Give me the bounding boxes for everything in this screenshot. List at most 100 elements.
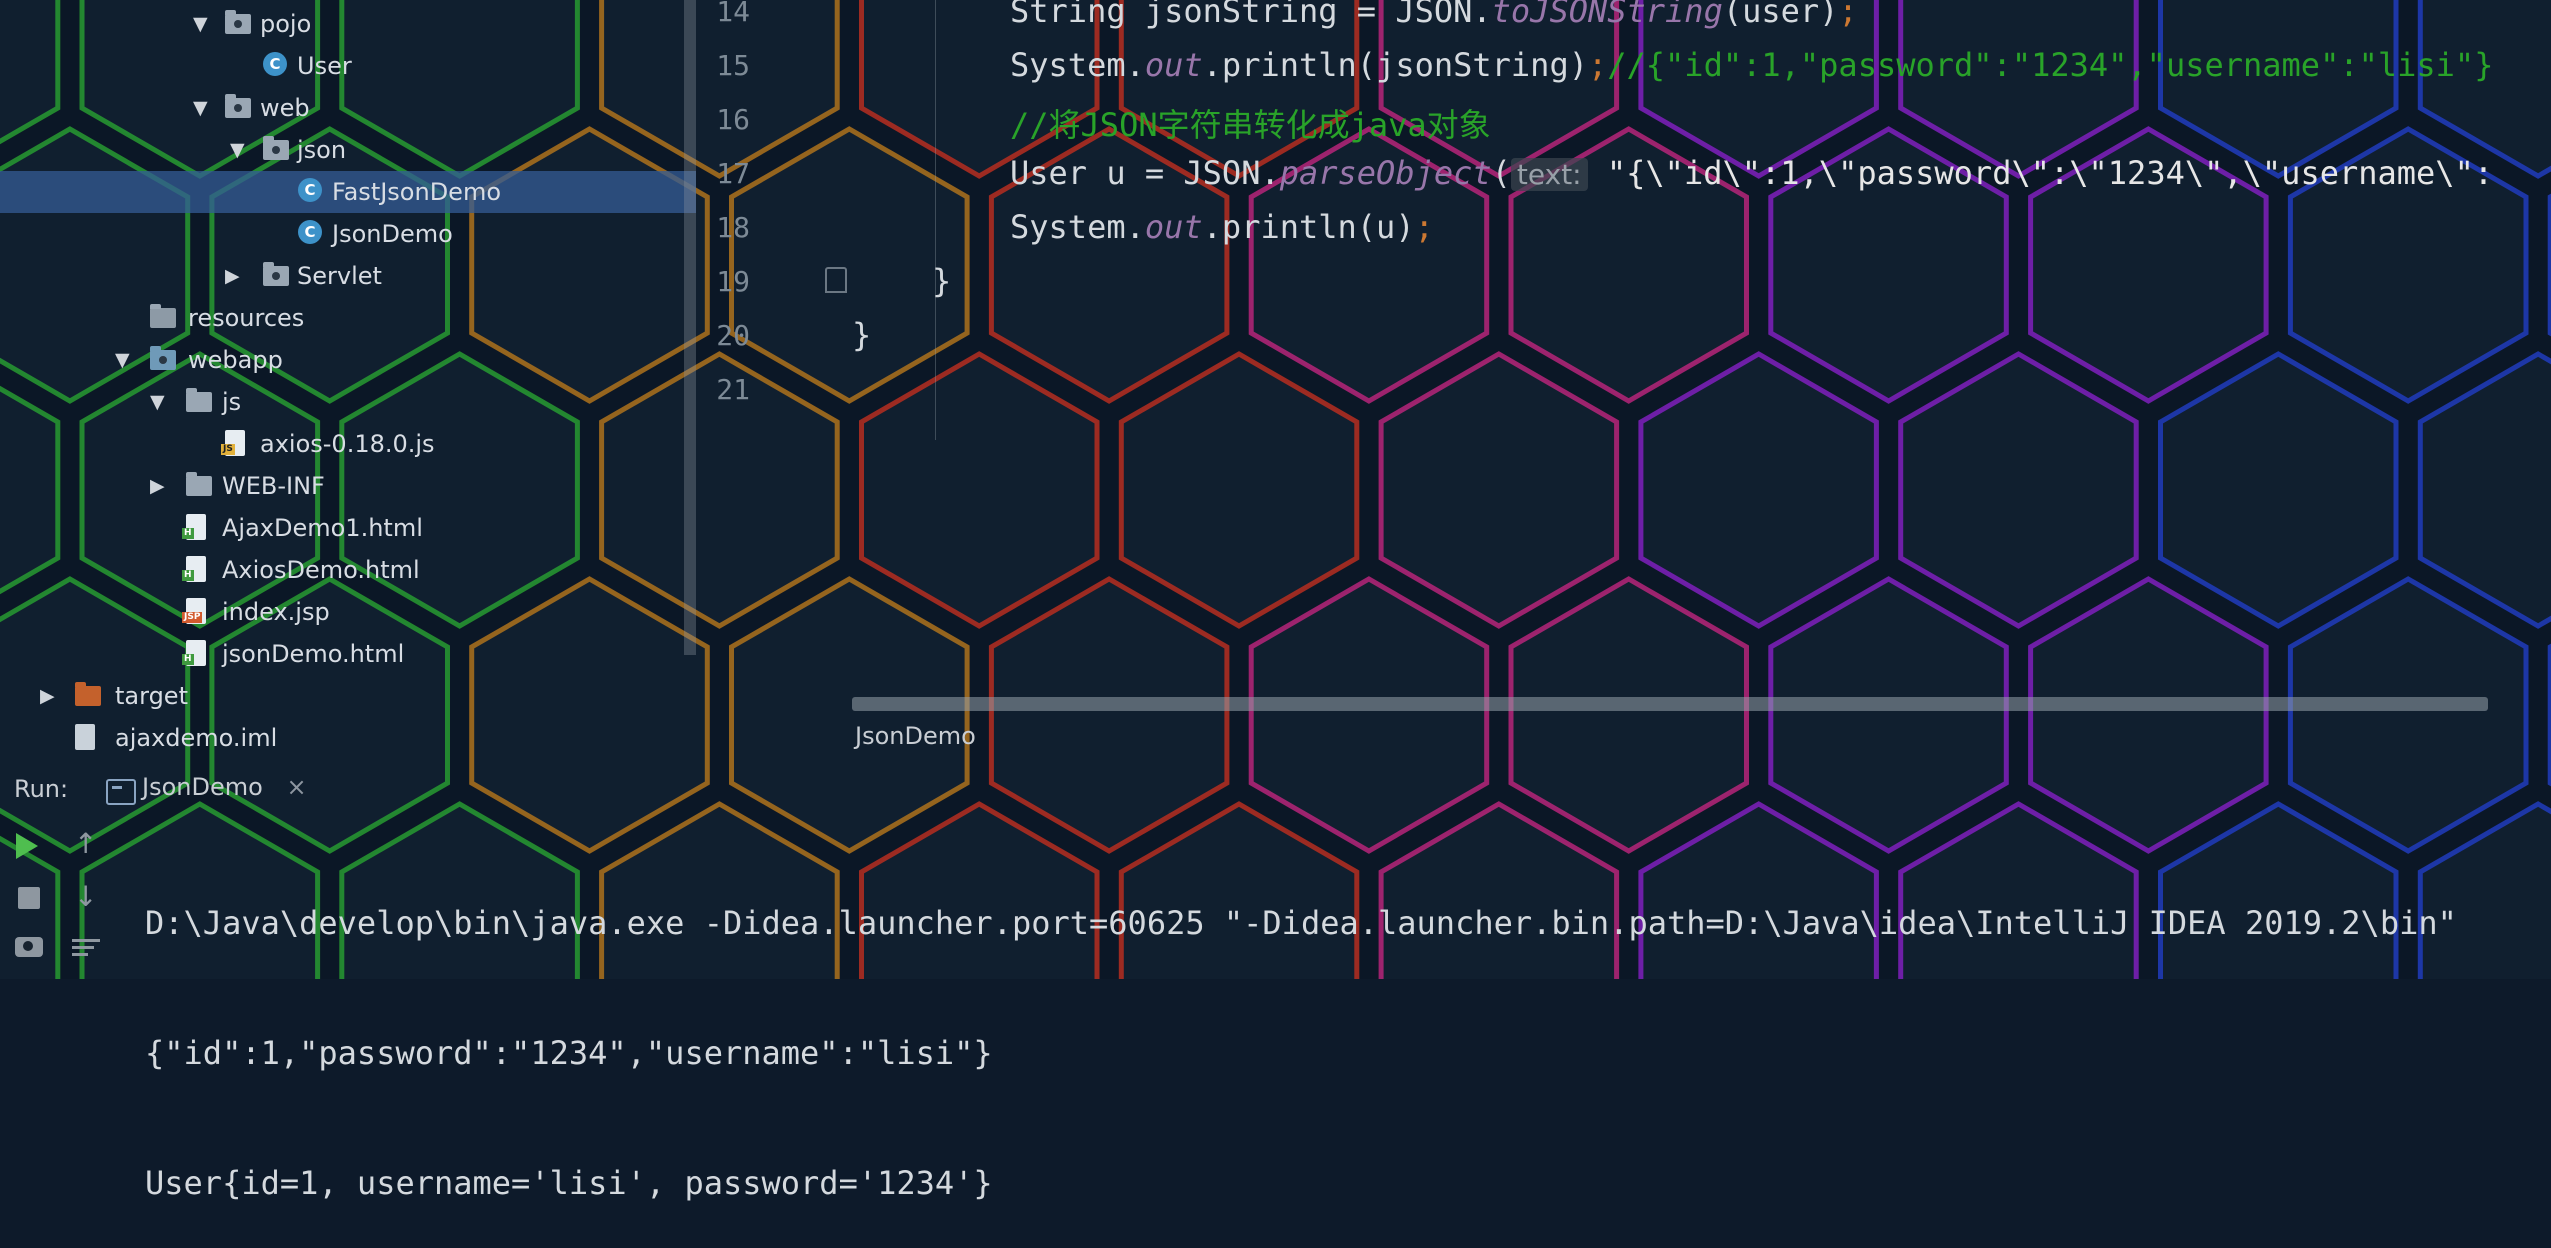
tree-item-target[interactable]: ▶ target <box>0 675 696 717</box>
resources-folder-icon <box>150 304 176 328</box>
code-line-16: //将JSON字符串转化成java对象 <box>1010 106 1491 144</box>
tree-item-fastjsondemo[interactable]: C FastJsonDemo <box>0 171 696 213</box>
console-line: User{id=1, username='lisi', password='12… <box>145 1164 993 1202</box>
tree-item-index-jsp[interactable]: JSP index.jsp <box>0 591 696 633</box>
class-icon: C <box>298 178 322 202</box>
chevron-down-icon[interactable]: ▼ <box>193 7 208 41</box>
tree-item-pojo[interactable]: ▼ pojo <box>0 3 696 45</box>
editor-horizontal-scrollbar[interactable] <box>852 697 2488 711</box>
console-icon <box>106 779 136 805</box>
chevron-down-icon[interactable]: ▼ <box>230 133 245 167</box>
tree-item-label: JsonDemo <box>332 220 453 248</box>
tree-item-axiosdemo-html[interactable]: H AxiosDemo.html <box>0 549 696 591</box>
tree-item-resources[interactable]: resources <box>0 297 696 339</box>
tree-item-jsondemo-html[interactable]: HjsonDemo.html <box>0 633 696 675</box>
console-line: D:\Java\develop\bin\java.exe -Didea.laun… <box>145 904 2457 942</box>
html-file-icon: H <box>182 556 206 582</box>
tree-item-ajaxdemo-iml[interactable]: ajaxdemo.iml <box>0 717 696 759</box>
close-icon[interactable]: × <box>286 773 306 801</box>
line-number: 19 <box>716 265 750 298</box>
folder-package-icon <box>225 94 251 118</box>
stop-icon[interactable] <box>18 887 40 909</box>
code-editor[interactable]: 14 15 16 17 18 19 20 21 String jsonStrin… <box>700 0 2551 711</box>
tree-item-label: js <box>222 388 242 416</box>
arrow-down-icon[interactable]: ↓ <box>74 883 102 911</box>
line-number: 14 <box>716 0 750 28</box>
folder-package-icon <box>263 262 289 286</box>
target-folder-icon <box>75 682 101 706</box>
tree-item-label: web <box>260 94 310 122</box>
js-file-icon: JS <box>221 430 245 456</box>
code-line-14: String jsonString = JSON.toJSONString(us… <box>1010 0 1858 30</box>
code-line-15: System.out.println(jsonString);//{"id":1… <box>1010 46 2494 84</box>
tree-scrollbar[interactable] <box>684 0 696 655</box>
tree-item-jsondemo[interactable]: C JsonDemo <box>0 213 696 255</box>
tree-item-label: json <box>297 136 347 164</box>
tree-item-label: ajaxdemo.iml <box>115 724 278 752</box>
tree-item-label: FastJsonDemo <box>332 178 502 206</box>
html-file-icon: H <box>182 514 206 540</box>
tree-item-web[interactable]: ▼ web <box>0 87 696 129</box>
html-file-icon: H <box>182 640 206 666</box>
tree-item-label: AxiosDemo.html <box>222 556 420 584</box>
tree-item-axios-0-18-0-js[interactable]: JS axios-0.18.0.js <box>0 423 696 465</box>
editor-breadcrumb[interactable]: JsonDemo <box>855 722 976 750</box>
tree-item-js[interactable]: ▼ js <box>0 381 696 423</box>
folder-icon <box>186 388 212 412</box>
tree-item-label: axios-0.18.0.js <box>260 430 435 458</box>
soft-wrap-icon[interactable] <box>72 935 100 963</box>
code-line-19: } <box>932 262 952 300</box>
tree-item-ajaxdemo1-html[interactable]: H AjaxDemo1.html <box>0 507 696 549</box>
tree-item-label: AjaxDemo1.html <box>222 514 423 542</box>
chevron-down-icon[interactable]: ▼ <box>193 91 208 125</box>
parameter-hint: text: <box>1510 158 1588 191</box>
tree-item-label: resources <box>188 304 305 332</box>
tree-item-label: WEB-INF <box>222 472 325 500</box>
code-line-17: User u = JSON.parseObject(text: "{\"id\"… <box>1010 154 2494 192</box>
tree-item-json[interactable]: ▼ json <box>0 129 696 171</box>
chevron-right-icon[interactable]: ▶ <box>40 679 55 713</box>
console-output[interactable]: D:\Java\develop\bin\java.exe -Didea.laun… <box>145 820 2457 1248</box>
tree-item-webapp[interactable]: ▼ webapp <box>0 339 696 381</box>
tree-item-label: index.jsp <box>222 598 330 626</box>
tree-item-user[interactable]: C User <box>0 45 696 87</box>
line-number: 21 <box>716 373 750 406</box>
chevron-down-icon[interactable]: ▼ <box>115 343 130 377</box>
iml-file-icon <box>75 724 95 750</box>
line-number: 17 <box>716 157 750 190</box>
tree-item-label: jsonDemo.html <box>222 640 405 668</box>
project-tree: ▼ pojo C User ▼ web ▼ json C FastJsonDemo C JsonDem… <box>0 0 700 755</box>
folder-package-icon <box>225 10 251 34</box>
line-number: 16 <box>716 103 750 136</box>
indent-guide <box>935 0 936 440</box>
chevron-right-icon[interactable]: ▶ <box>225 259 240 293</box>
run-tab-label: JsonDemo <box>142 773 263 801</box>
code-line-18: System.out.println(u); <box>1010 208 1434 246</box>
tree-item-label: webapp <box>188 346 283 374</box>
folder-icon <box>186 472 212 496</box>
console-line: {"id":1,"password":"1234","username":"li… <box>145 1034 993 1072</box>
web-folder-icon <box>150 346 176 370</box>
run-tab-jsondemo[interactable]: JsonDemo × <box>102 773 307 805</box>
class-icon: C <box>263 52 287 76</box>
tree-item-label: User <box>297 52 352 80</box>
tree-item-web-inf[interactable]: ▶ WEB-INF <box>0 465 696 507</box>
tree-item-servlet[interactable]: ▶ Servlet <box>0 255 696 297</box>
line-number: 15 <box>716 49 750 82</box>
rerun-icon[interactable] <box>16 833 38 859</box>
code-line-20: } <box>852 316 872 354</box>
jsp-file-icon: JSP <box>182 598 206 624</box>
class-icon: C <box>298 220 322 244</box>
fold-marker-icon[interactable] <box>825 267 847 293</box>
tree-item-label: Servlet <box>297 262 382 290</box>
tree-item-label: target <box>115 682 188 710</box>
chevron-right-icon[interactable]: ▶ <box>150 469 165 503</box>
arrow-up-icon[interactable]: ↑ <box>74 830 102 858</box>
folder-package-icon <box>263 136 289 160</box>
chevron-down-icon[interactable]: ▼ <box>150 385 165 419</box>
tree-item-label: pojo <box>260 10 312 38</box>
run-label: Run: <box>14 775 69 803</box>
line-number: 20 <box>716 319 750 352</box>
camera-icon[interactable] <box>15 937 43 957</box>
run-toolwindow-header: Run: JsonDemo × <box>0 770 2551 812</box>
